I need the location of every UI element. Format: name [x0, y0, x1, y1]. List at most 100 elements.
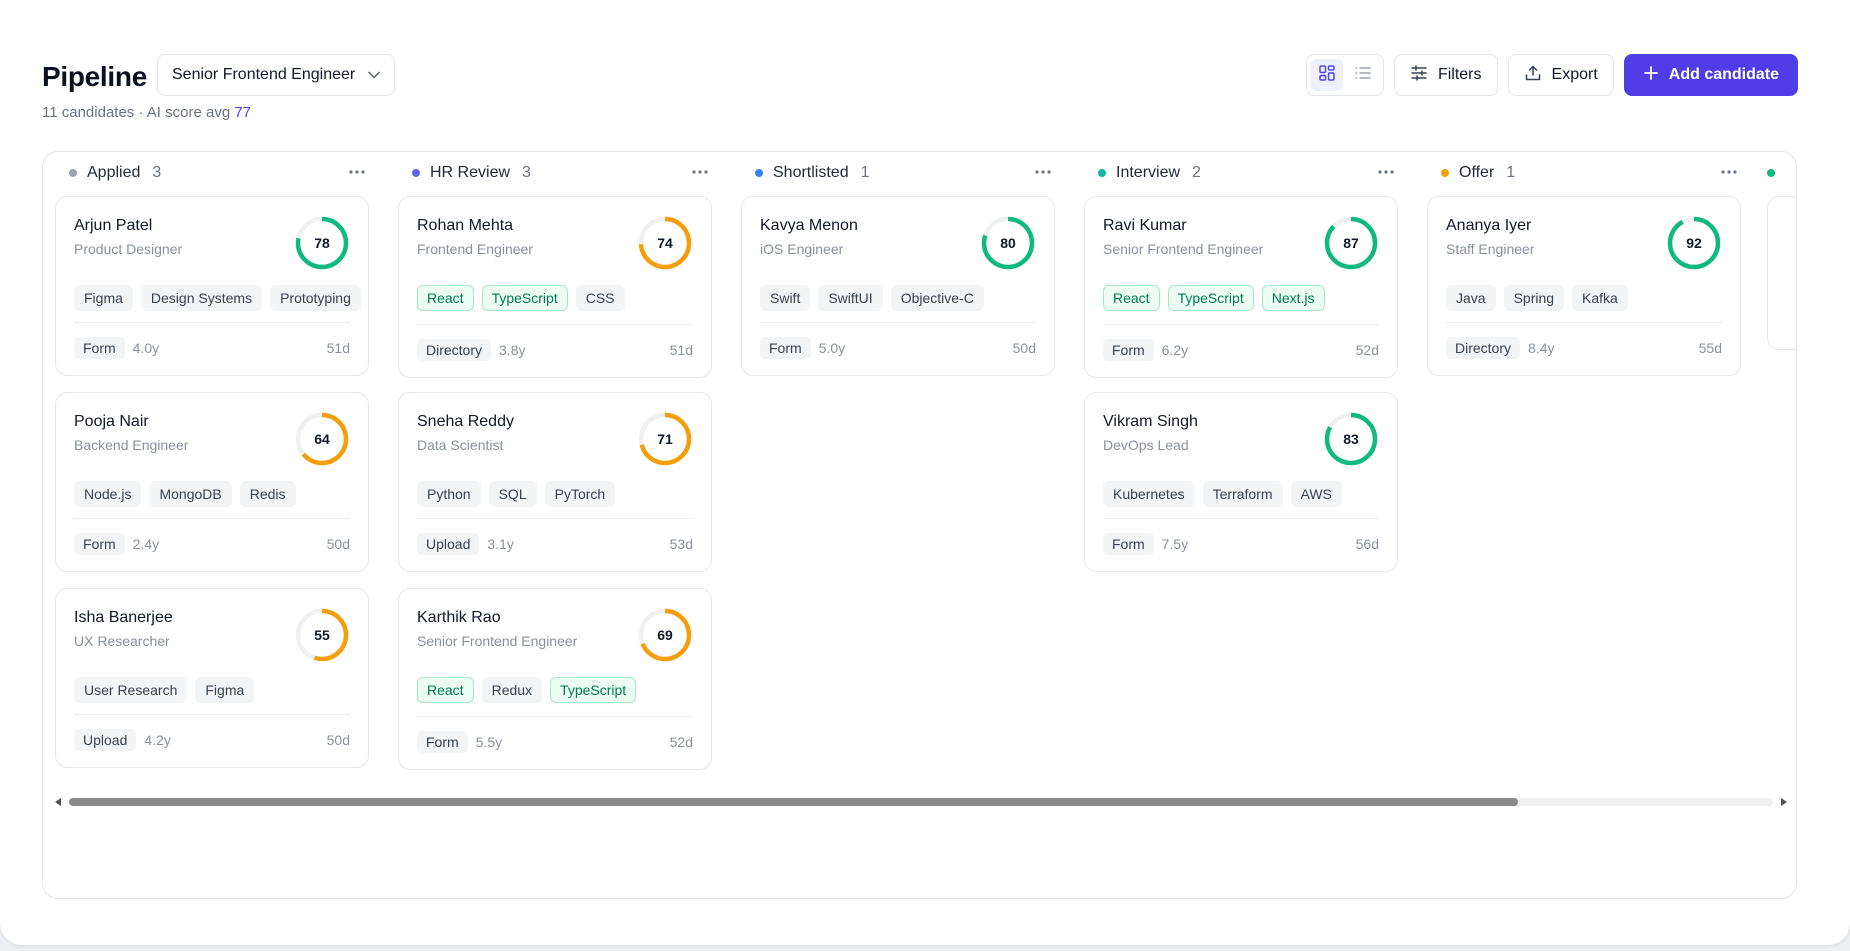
- kanban-board: Applied 3 Arjun Patel Product Designer 78 Fig…: [42, 151, 1797, 899]
- candidate-card[interactable]: Kavya Menon iOS Engineer 80 Swift SwiftUI Obj…: [741, 196, 1055, 376]
- days-in-pipeline: 52d: [669, 734, 693, 750]
- column-title: Applied: [87, 164, 141, 181]
- skill-tags: React Redux TypeScript: [417, 677, 637, 703]
- column-header: Interview 2: [1084, 152, 1398, 194]
- column-header: Offer 1: [1427, 152, 1741, 194]
- skill-tag: MongoDB: [149, 481, 232, 507]
- column-title: Interview: [1116, 164, 1181, 181]
- list-view-button[interactable]: [1347, 59, 1379, 91]
- skill-tag: SQL: [488, 481, 537, 507]
- candidate-name: Kavya Menon: [760, 217, 858, 234]
- skill-tag: Next.js: [1261, 285, 1325, 311]
- board-view-button[interactable]: [1310, 59, 1343, 91]
- candidate-card[interactable]: Pooja Nair Backend Engineer 64 Node.js Mongo…: [55, 392, 369, 572]
- skill-tag: TypeScript: [481, 285, 568, 311]
- export-icon: [1524, 64, 1542, 87]
- candidate-role: Frontend Engineer: [417, 241, 533, 257]
- candidate-card[interactable]: Isha Banerjee UX Researcher 55 User Researc…: [55, 588, 369, 768]
- candidate-card[interactable]: Vikram Singh DevOps Lead 83 Kubernetes Terra…: [1084, 392, 1398, 572]
- source-badge: Form: [74, 337, 125, 359]
- candidate-card[interactable]: Sneha Reddy Data Scientist 71 Python SQL PyTo…: [398, 392, 712, 572]
- candidate-card[interactable]: [1767, 196, 1796, 350]
- source-badge: Form: [417, 731, 468, 753]
- filters-icon: [1410, 64, 1428, 87]
- skill-tag: Design Systems: [140, 285, 263, 311]
- horizontal-scrollbar[interactable]: [55, 794, 1787, 810]
- card-divider: [417, 324, 693, 325]
- candidate-role: iOS Engineer: [760, 241, 844, 257]
- pipeline-column: Offer 1 Ananya Iyer Staff Engineer 92 Java Spr…: [1427, 152, 1741, 376]
- skill-tag: Python: [417, 481, 481, 507]
- source-badge: Upload: [74, 729, 137, 751]
- more-icon[interactable]: [1031, 165, 1055, 179]
- candidate-card[interactable]: Karthik Rao Senior Frontend Engineer 69 Rea…: [398, 588, 712, 770]
- pipeline-summary: 11 candidates · AI score avg 77: [42, 104, 251, 121]
- ai-score-value: 69: [657, 627, 673, 643]
- scrollbar-thumb[interactable]: [69, 798, 1518, 806]
- candidate-name: Vikram Singh: [1103, 413, 1198, 430]
- add-candidate-button[interactable]: Add candidate: [1623, 54, 1798, 96]
- skill-tags: React TypeScript Next.js: [1103, 285, 1325, 311]
- candidate-card[interactable]: Rohan Mehta Frontend Engineer 74 React TypeS…: [398, 196, 712, 378]
- candidate-role: DevOps Lead: [1103, 437, 1189, 453]
- card-divider: [74, 714, 350, 715]
- column-count: 2: [1192, 164, 1201, 181]
- source-badge: Upload: [417, 533, 480, 555]
- candidate-name: Ravi Kumar: [1103, 217, 1187, 234]
- ai-score-value: 74: [657, 235, 673, 251]
- export-button[interactable]: Export: [1507, 54, 1614, 96]
- scroll-right-arrow[interactable]: [1781, 798, 1787, 806]
- source-badge: Form: [74, 533, 125, 555]
- skill-tag: AWS: [1290, 481, 1342, 507]
- ai-score-avg: 77: [234, 104, 252, 121]
- list-view-icon: [1354, 64, 1372, 87]
- ai-score-value: 55: [314, 627, 330, 643]
- card-footer: Form 6.2y 52d: [1103, 338, 1379, 362]
- skill-tag: Figma: [74, 285, 133, 311]
- stage-dot: [1098, 169, 1106, 177]
- candidate-role: Product Designer: [74, 241, 183, 257]
- pipeline-column: Interview 2 Ravi Kumar Senior Frontend Engi…: [1084, 152, 1398, 572]
- skill-tags: Java Spring Kafka: [1446, 285, 1628, 311]
- skill-tag: Swift: [760, 285, 811, 311]
- candidate-name: Sneha Reddy: [417, 413, 514, 430]
- scroll-left-arrow[interactable]: [55, 798, 61, 806]
- candidate-name: Ananya Iyer: [1446, 217, 1532, 234]
- stage-dot: [69, 169, 77, 177]
- more-icon[interactable]: [1717, 165, 1741, 179]
- days-in-pipeline: 50d: [1012, 340, 1036, 356]
- experience-years: 2.4y: [132, 536, 160, 552]
- candidate-name: Karthik Rao: [417, 609, 501, 626]
- days-in-pipeline: 53d: [669, 536, 693, 552]
- source-badge: Form: [1103, 339, 1154, 361]
- skill-tag: Kafka: [1572, 285, 1628, 311]
- candidate-card[interactable]: Ravi Kumar Senior Frontend Engineer 87 Reac…: [1084, 196, 1398, 378]
- more-icon[interactable]: [345, 165, 369, 179]
- skill-tag: React: [1103, 285, 1160, 311]
- stage-dot: [1441, 169, 1449, 177]
- days-in-pipeline: 50d: [326, 536, 350, 552]
- candidate-role: Data Scientist: [417, 437, 504, 453]
- card-footer: Upload 4.2y 50d: [74, 728, 350, 752]
- role-select[interactable]: Senior Frontend Engineer: [157, 54, 395, 96]
- experience-years: 4.0y: [132, 340, 160, 356]
- days-in-pipeline: 51d: [326, 340, 350, 356]
- more-icon[interactable]: [1374, 165, 1398, 179]
- column-header: Shortlisted 1: [741, 152, 1055, 194]
- card-footer: Directory 8.4y 55d: [1446, 336, 1722, 360]
- candidate-card[interactable]: Ananya Iyer Staff Engineer 92 Java Spring Kaf…: [1427, 196, 1741, 376]
- card-divider: [1103, 518, 1379, 519]
- source-badge: Form: [1103, 533, 1154, 555]
- export-label: Export: [1551, 66, 1598, 83]
- filters-button[interactable]: Filters: [1393, 54, 1498, 96]
- candidate-role: Backend Engineer: [74, 437, 189, 453]
- skill-tag: Kubernetes: [1103, 481, 1195, 507]
- skill-tags: Kubernetes Terraform AWS: [1103, 481, 1342, 507]
- skill-tag: Node.js: [74, 481, 142, 507]
- skill-tag: TypeScript: [550, 677, 637, 703]
- skill-tags: Node.js MongoDB Redis: [74, 481, 296, 507]
- candidate-card[interactable]: Arjun Patel Product Designer 78 Figma Design…: [55, 196, 369, 376]
- ai-score-value: 80: [1000, 235, 1016, 251]
- column-count: 3: [522, 164, 531, 181]
- more-icon[interactable]: [688, 165, 712, 179]
